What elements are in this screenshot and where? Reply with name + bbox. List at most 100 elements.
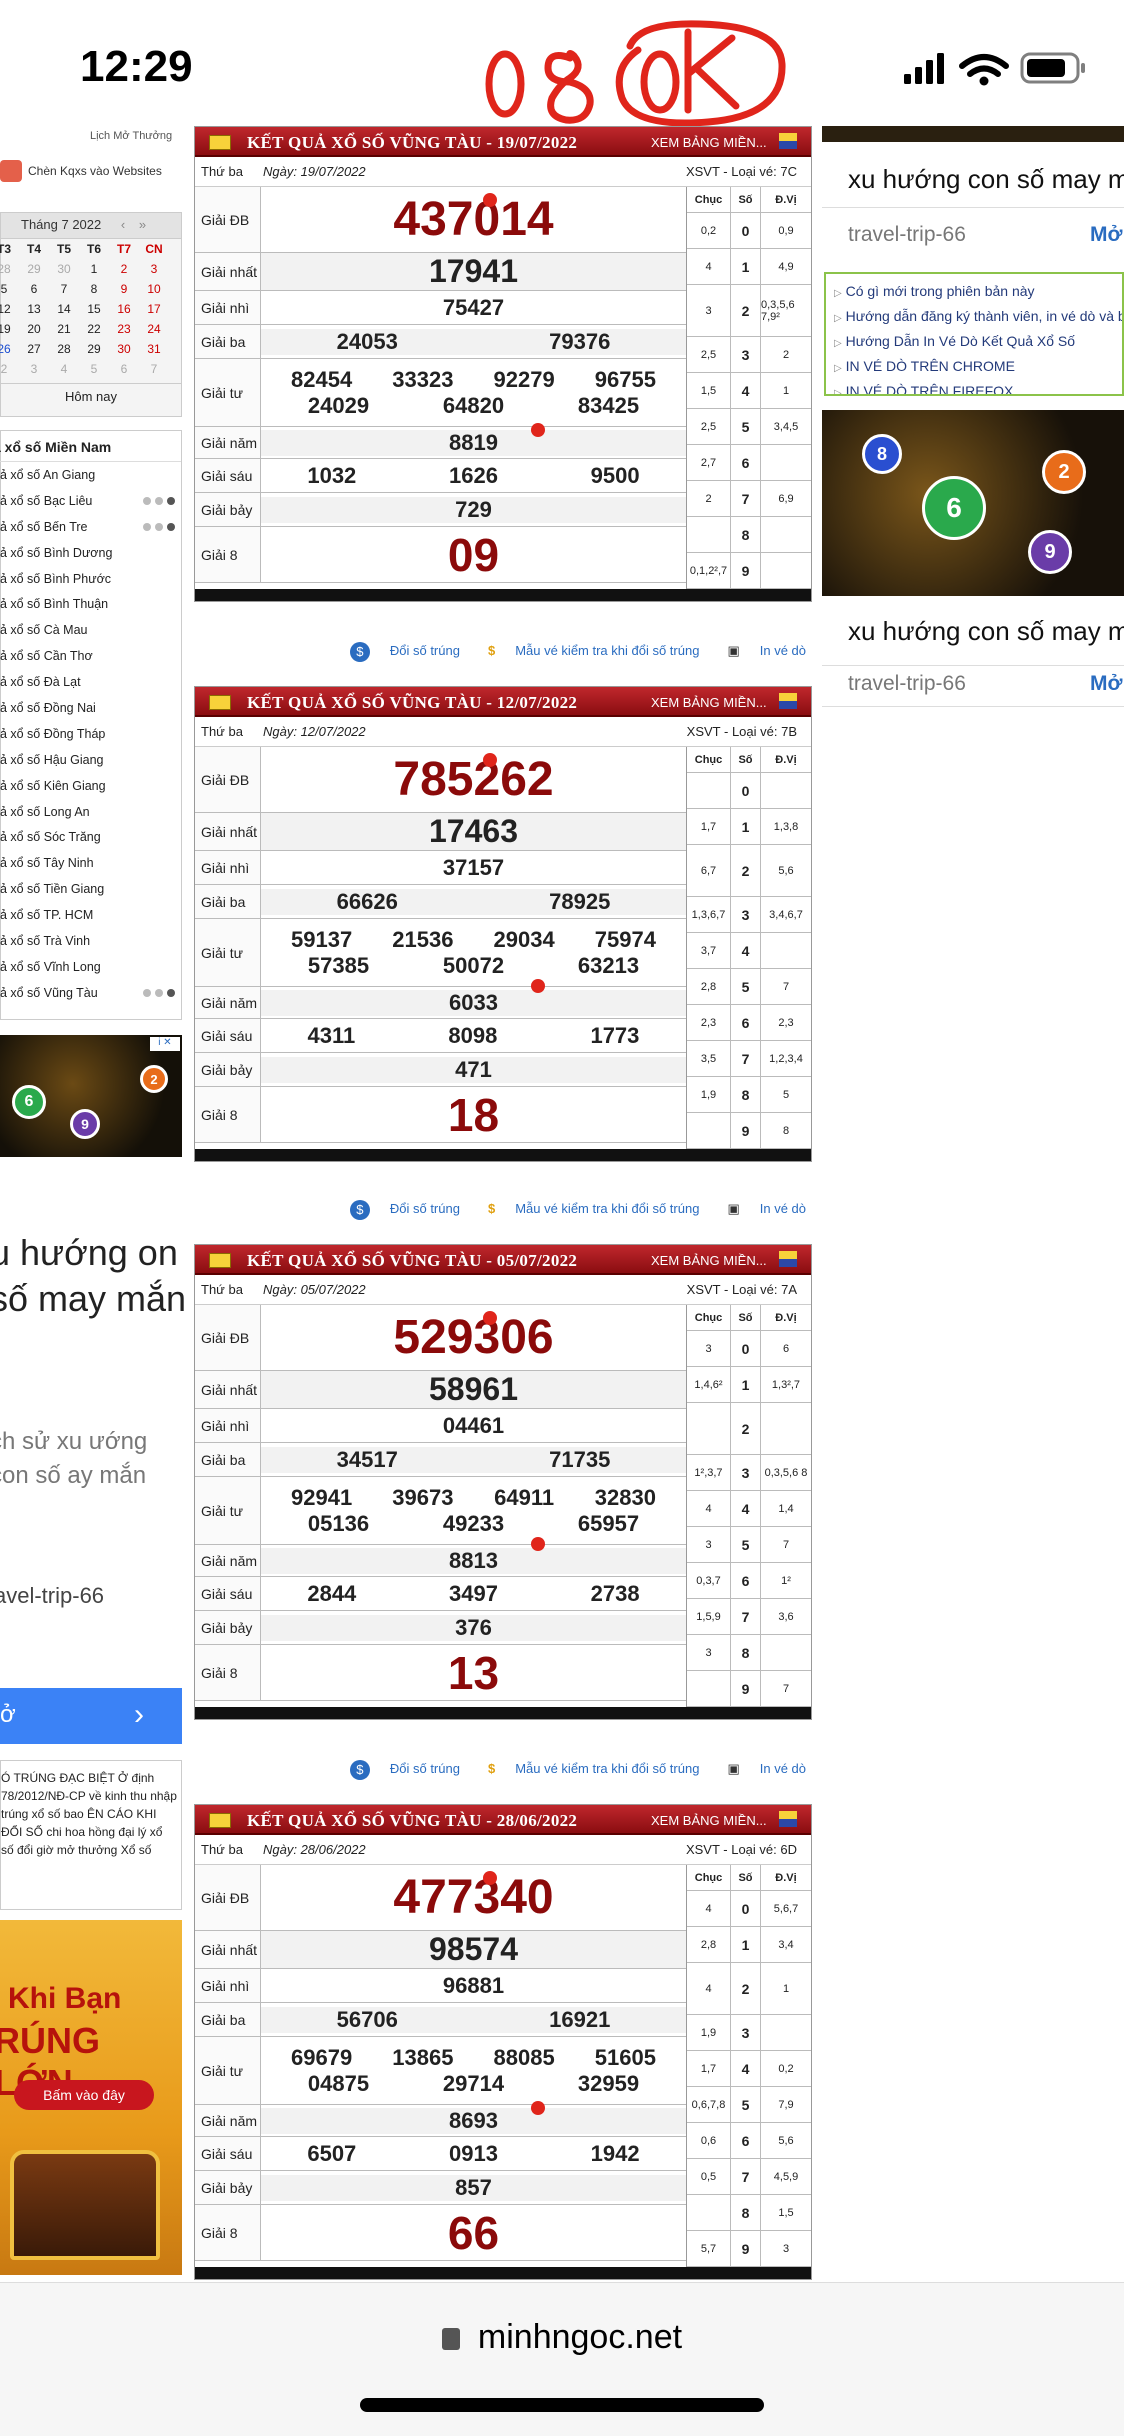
province-link[interactable]: uả xổ số TP. HCM (0, 902, 181, 928)
province-link[interactable]: uả xổ số Sóc Trăng (0, 824, 181, 850)
province-link[interactable]: uả xổ số Cà Mau (0, 617, 181, 643)
province-link[interactable]: uả xổ số Bến Tre (0, 514, 181, 540)
calendar-day[interactable]: 2 (109, 259, 139, 279)
province-link[interactable]: uả xổ số Vĩnh Long (0, 954, 181, 980)
in-ve-do-link[interactable]: ▣ In vé dò (713, 643, 806, 658)
province-link[interactable]: uả xổ số Đà Lạt (0, 669, 181, 695)
embed-websites-link[interactable]: Chèn Kqxs vào Websites (0, 160, 162, 182)
calendar-day[interactable]: 3 (139, 259, 169, 279)
open-button-left[interactable]: ở › (0, 1688, 182, 1744)
prize-row: Giải ba 56706 16921 (195, 2003, 686, 2037)
calendar-day[interactable]: 27 (19, 339, 49, 359)
calendar-day[interactable]: 7 (49, 279, 79, 299)
calendar-day[interactable]: 7 (139, 359, 169, 379)
calendar-day[interactable]: 2 (0, 359, 19, 379)
calendar-day[interactable]: 24 (139, 319, 169, 339)
right-trend-card-1[interactable]: xu hướng con số may mắ (822, 148, 1124, 208)
mau-ve-link[interactable]: $ Mẫu vé kiểm tra khi đổi số trúng (474, 643, 699, 658)
help-link[interactable]: ▷ Hướng Dẫn In Vé Dò Kết Quả Xổ Số (834, 330, 1122, 355)
province-link[interactable]: uả xổ số Đồng Nai (0, 695, 181, 721)
jackpot-ad[interactable]: Khi Bạn RÚNG LỚN Bấm vào đây (0, 1920, 182, 2275)
xem-bang-link[interactable]: XEM BẢNG MIỀN... (651, 135, 767, 150)
province-link[interactable]: uả xổ số Bình Dương (0, 540, 181, 566)
calendar-day[interactable]: 22 (79, 319, 109, 339)
province-link[interactable]: uả xổ số Cần Thơ (0, 643, 181, 669)
province-link[interactable]: uả xổ số Bạc Liêu (0, 488, 181, 514)
calendar-day[interactable]: 4 (49, 359, 79, 379)
calendar-day[interactable]: 14 (49, 299, 79, 319)
url-bar[interactable]: minhngoc.net (0, 2318, 1124, 2357)
calendar-day[interactable]: 19 (0, 319, 19, 339)
dollar-icon: $ (349, 642, 370, 662)
province-link[interactable]: uả xổ số Kiên Giang (0, 773, 181, 799)
lottery-ad-right[interactable]: 8 6 2 9 (822, 410, 1124, 596)
calendar-next-button[interactable]: » (139, 217, 146, 232)
mau-ve-link[interactable]: $ Mẫu vé kiểm tra khi đổi số trúng (474, 1201, 699, 1216)
calendar-day[interactable]: 30 (49, 259, 79, 279)
province-link[interactable]: uả xổ số Bình Phước (0, 566, 181, 592)
calendar-day[interactable]: 6 (109, 359, 139, 379)
province-link[interactable]: uả xổ số Trà Vinh (0, 928, 181, 954)
province-link[interactable]: uả xổ số Tây Ninh (0, 850, 181, 876)
loto-row: 1,3,6,7 3 3,4,6,7 (687, 897, 811, 933)
calendar-day[interactable]: 15 (79, 299, 109, 319)
trend-title-left[interactable]: u hướng on số may mắn (0, 1230, 190, 1322)
calendar-day[interactable]: 8 (79, 279, 109, 299)
province-link[interactable]: uả xổ số Đồng Tháp (0, 721, 181, 747)
help-link[interactable]: ▷ Có gì mới trong phiên bản này (834, 280, 1122, 305)
calendar-day[interactable]: 31 (139, 339, 169, 359)
calendar-day[interactable]: 28 (0, 259, 19, 279)
calendar-prev-button[interactable]: ‹ (121, 217, 125, 232)
news-links[interactable]: Ó TRÚNG ĐẠC BIỆT Ở định 78/2012/NĐ-CP về… (0, 1760, 182, 1910)
calendar-day[interactable]: 9 (109, 279, 139, 299)
province-link[interactable]: uả xổ số Long An (0, 799, 181, 825)
doi-so-trung-link[interactable]: $ Đổi số trúng (336, 642, 460, 662)
calendar-day[interactable]: 28 (49, 339, 79, 359)
in-ve-do-link[interactable]: ▣ In vé dò (713, 1201, 806, 1216)
mau-ve-link[interactable]: $ Mẫu vé kiểm tra khi đổi số trúng (474, 1761, 699, 1776)
prize-number: 785262 (393, 753, 554, 806)
province-link[interactable]: uả xổ số Vũng Tàu (0, 980, 181, 1006)
panel-footer-links: $ Đổi số trúng $ Mẫu vé kiểm tra khi đổi số… (194, 1200, 812, 1228)
calendar-day[interactable]: 6 (19, 279, 49, 299)
xem-bang-link[interactable]: XEM BẢNG MIỀN... (651, 1813, 767, 1828)
calendar-day[interactable]: 29 (19, 259, 49, 279)
lottery-ad-left[interactable]: 6 9 2 i ✕ (0, 1035, 182, 1157)
calendar-day[interactable]: 26 (0, 339, 19, 359)
calendar-day[interactable]: 5 (0, 279, 19, 299)
loto-table: Chục Số Đ.Vị 0,2 0 0,9 4 1 4,9 3 2 0,3,5,6 7,9² 2,5 3… (687, 187, 811, 589)
lich-mo-thuong-link[interactable]: Lịch Mở Thưởng (90, 126, 172, 144)
calendar-day[interactable]: 20 (19, 319, 49, 339)
calendar-day[interactable]: 23 (109, 319, 139, 339)
ad-cta-button[interactable]: Bấm vào đây (14, 2080, 154, 2110)
calendar-day[interactable]: 13 (19, 299, 49, 319)
help-link[interactable]: ▷ IN VÉ DÒ TRÊN FIREFOX (834, 380, 1122, 394)
province-link[interactable]: uả xổ số Tiền Giang (0, 876, 181, 902)
right-trend-card-2[interactable]: xu hướng con số may mắ (822, 596, 1124, 666)
province-link[interactable]: uả xổ số An Giang (0, 462, 181, 488)
xem-bang-link[interactable]: XEM BẢNG MIỀN... (651, 695, 767, 710)
province-link[interactable]: uả xổ số Bình Thuận (0, 591, 181, 617)
right-more-button-2[interactable]: Mở (1090, 672, 1122, 696)
calendar-day[interactable]: 5 (79, 359, 109, 379)
calendar-day[interactable]: 17 (139, 299, 169, 319)
calendar-day[interactable]: 29 (79, 339, 109, 359)
ad-choice-icon[interactable]: i ✕ (150, 1037, 180, 1051)
province-link[interactable]: uả xổ số Hậu Giang (0, 747, 181, 773)
help-link[interactable]: ▷ Hướng dẫn đăng ký thành viên, in vé dò… (834, 305, 1122, 330)
calendar-day[interactable]: 1 (79, 259, 109, 279)
calendar-day[interactable]: 10 (139, 279, 169, 299)
in-ve-do-link[interactable]: ▣ In vé dò (713, 1761, 806, 1776)
calendar-day[interactable]: 21 (49, 319, 79, 339)
help-link[interactable]: ▷ IN VÉ DÒ TRÊN CHROME (834, 355, 1122, 380)
calendar-day[interactable]: 16 (109, 299, 139, 319)
doi-so-trung-link[interactable]: $ Đổi số trúng (336, 1200, 460, 1220)
home-indicator[interactable] (360, 2398, 764, 2412)
calendar-today-button[interactable]: Hôm nay (1, 383, 181, 411)
doi-so-trung-link[interactable]: $ Đổi số trúng (336, 1760, 460, 1780)
right-more-button-1[interactable]: Mở (1090, 223, 1122, 247)
calendar-day[interactable]: 30 (109, 339, 139, 359)
calendar-day[interactable]: 3 (19, 359, 49, 379)
xem-bang-link[interactable]: XEM BẢNG MIỀN... (651, 1253, 767, 1268)
calendar-day[interactable]: 12 (0, 299, 19, 319)
